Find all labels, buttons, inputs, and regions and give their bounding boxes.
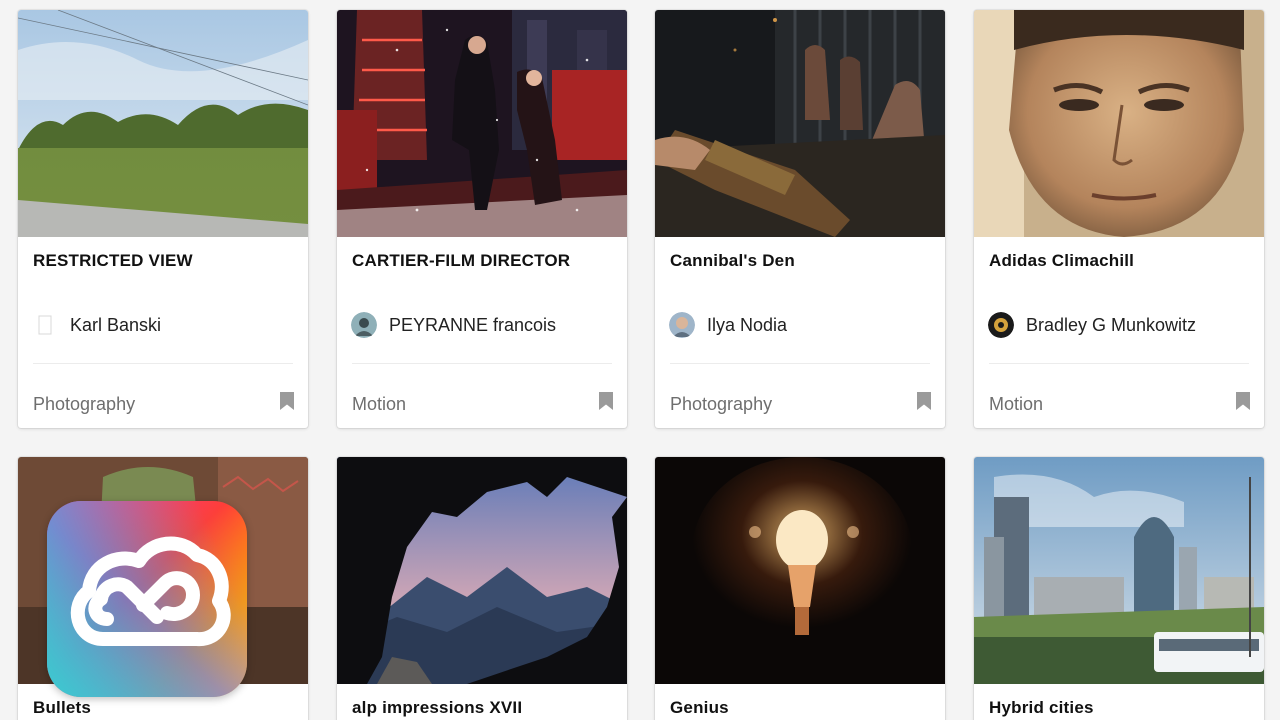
- dark-cage-scene-image: [655, 10, 945, 237]
- project-owner[interactable]: Karl Banski: [32, 312, 161, 338]
- project-thumbnail[interactable]: [337, 10, 627, 237]
- avatar: [32, 312, 58, 338]
- project-title[interactable]: Genius: [670, 698, 729, 718]
- hedge-road-image: [18, 10, 308, 237]
- divider: [352, 363, 612, 364]
- owner-name: Bradley G Munkowitz: [1026, 314, 1197, 335]
- cave-mountain-image: [337, 457, 627, 684]
- city-skyline-image: [974, 457, 1264, 684]
- divider: [989, 363, 1249, 364]
- project-thumbnail[interactable]: [655, 10, 945, 237]
- adobe-creative-cloud-logo: [47, 501, 247, 697]
- project-field[interactable]: Motion: [989, 394, 1043, 415]
- project-owner[interactable]: Bradley G Munkowitz: [988, 312, 1196, 338]
- project-title[interactable]: RESTRICTED VIEW: [33, 251, 193, 271]
- project-card[interactable]: Adidas Climachill Bradley G Munkowitz Mo…: [974, 10, 1264, 428]
- project-thumbnail[interactable]: [655, 457, 945, 684]
- project-title[interactable]: Hybrid cities: [989, 698, 1094, 718]
- avatar: [669, 312, 695, 338]
- project-title[interactable]: Adidas Climachill: [989, 251, 1134, 271]
- project-card[interactable]: Cannibal's Den Ilya Nodia Photography: [655, 10, 945, 428]
- project-card[interactable]: Genius: [655, 457, 945, 720]
- project-card[interactable]: RESTRICTED VIEW Karl Banski Photography: [18, 10, 308, 428]
- divider: [670, 363, 930, 364]
- project-owner[interactable]: PEYRANNE francois: [351, 312, 556, 338]
- project-grid: RESTRICTED VIEW Karl Banski Photography: [0, 0, 1280, 720]
- project-thumbnail[interactable]: [974, 10, 1264, 237]
- lightbulb-image: [655, 457, 945, 684]
- project-thumbnail[interactable]: [337, 457, 627, 684]
- bookmark-icon[interactable]: [1236, 392, 1250, 410]
- avatar: [988, 312, 1014, 338]
- divider: [33, 363, 293, 364]
- project-thumbnail[interactable]: [974, 457, 1264, 684]
- face-closeup-image: [974, 10, 1264, 237]
- project-field[interactable]: Photography: [670, 394, 772, 415]
- owner-name: Karl Banski: [70, 314, 162, 335]
- owner-name: Ilya Nodia: [707, 314, 788, 335]
- project-title[interactable]: alp impressions XVII: [352, 698, 522, 718]
- bookmark-icon[interactable]: [280, 392, 294, 410]
- project-field[interactable]: Motion: [352, 394, 406, 415]
- project-card[interactable]: Hybrid cities: [974, 457, 1264, 720]
- project-title[interactable]: Bullets: [33, 698, 91, 718]
- project-title[interactable]: CARTIER-FILM DIRECTOR: [352, 251, 570, 271]
- bookmark-icon[interactable]: [599, 392, 613, 410]
- bookmark-icon[interactable]: [917, 392, 931, 410]
- creative-cloud-icon: [47, 501, 247, 697]
- project-thumbnail[interactable]: [18, 10, 308, 237]
- project-card[interactable]: CARTIER-FILM DIRECTOR PEYRANNE francois …: [337, 10, 627, 428]
- project-field[interactable]: Photography: [33, 394, 135, 415]
- owner-name: PEYRANNE francois: [389, 314, 557, 335]
- project-card[interactable]: alp impressions XVII: [337, 457, 627, 720]
- project-owner[interactable]: Ilya Nodia: [669, 312, 787, 338]
- avatar: [351, 312, 377, 338]
- rooftop-couple-image: [337, 10, 627, 237]
- project-title[interactable]: Cannibal's Den: [670, 251, 795, 271]
